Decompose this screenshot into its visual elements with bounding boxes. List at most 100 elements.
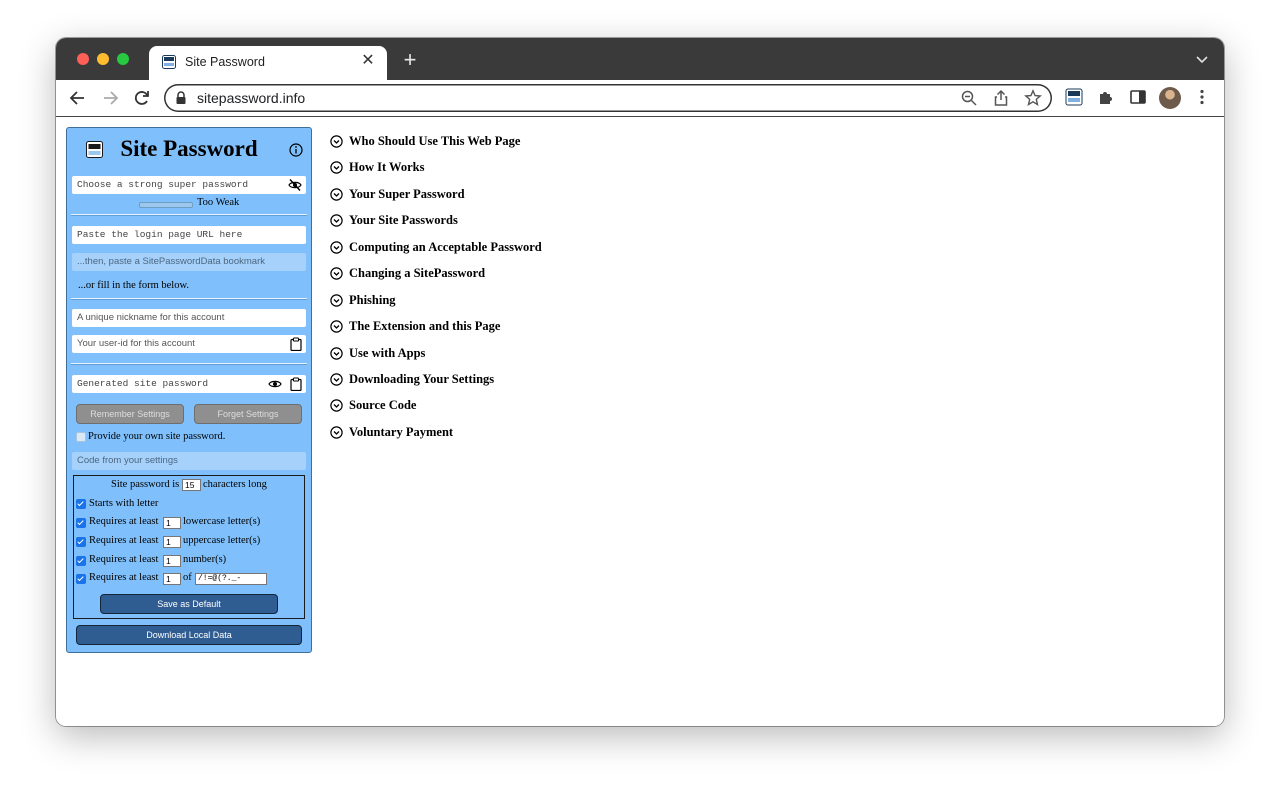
url-text[interactable]: sitepassword.info (197, 90, 305, 106)
faq-item[interactable]: Who Should Use This Web Page (330, 134, 520, 149)
extensions-puzzle-icon[interactable] (1097, 88, 1115, 106)
length-suffix: characters long (203, 479, 267, 490)
faq-item-label: Changing a SitePassword (349, 266, 486, 280)
login-url-input[interactable]: Paste the login page URL here (72, 226, 306, 244)
forget-settings-button[interactable]: Forget Settings (194, 404, 302, 424)
special-chars-input[interactable]: /!=@(?._- (195, 573, 267, 585)
lock-icon[interactable] (175, 91, 187, 105)
eye-slash-icon[interactable] (288, 178, 302, 192)
lowercase-count-input[interactable]: 1 (163, 517, 181, 529)
starts-with-letter-checkbox[interactable] (76, 499, 86, 509)
faq-item[interactable]: Your Site Passwords (330, 213, 458, 228)
chevron-down-circle-icon (330, 187, 343, 201)
nickname-input[interactable]: A unique nickname for this account (72, 309, 306, 327)
requires-label: Requires at least (89, 516, 159, 527)
maximize-window-button[interactable] (117, 53, 129, 65)
code-placeholder: Code from your settings (77, 455, 178, 466)
new-tab-icon[interactable]: + (400, 49, 420, 71)
chevron-down-circle-icon (330, 346, 343, 360)
starts-with-letter-label: Starts with letter (89, 498, 159, 509)
faq-item[interactable]: Use with Apps (330, 346, 425, 361)
super-password-input[interactable]: Choose a strong super password (72, 176, 306, 194)
password-settings-box: Site password is 15 characters long Star… (73, 475, 305, 619)
sitepassword-extension-icon[interactable] (1065, 88, 1083, 106)
code-input[interactable]: Code from your settings (72, 452, 306, 470)
faq-item-label: Downloading Your Settings (349, 372, 495, 386)
faq-item-label: How It Works (349, 160, 425, 174)
nickname-placeholder: A unique nickname for this account (77, 312, 225, 323)
numbers-checkbox[interactable] (76, 556, 86, 566)
faq-item[interactable]: Phishing (330, 293, 396, 308)
faq-item-label: Computing an Acceptable Password (349, 240, 542, 254)
share-icon[interactable] (992, 89, 1010, 107)
site-favicon-icon (162, 55, 176, 69)
faq-item[interactable]: Voluntary Payment (330, 425, 453, 440)
lowercase-checkbox[interactable] (76, 518, 86, 528)
chevron-down-circle-icon (330, 134, 343, 148)
userid-input[interactable]: Your user-id for this account (72, 335, 306, 353)
download-local-data-button[interactable]: Download Local Data (76, 625, 302, 645)
faq-item-label: Phishing (349, 293, 396, 307)
provide-own-checkbox[interactable] (76, 432, 86, 442)
uppercase-count-input[interactable]: 1 (163, 536, 181, 548)
reload-icon[interactable] (132, 88, 152, 108)
remember-settings-button[interactable]: Remember Settings (76, 404, 184, 424)
side-panel-icon[interactable] (1129, 88, 1147, 106)
faq-item-label: Voluntary Payment (349, 425, 454, 439)
length-input[interactable]: 15 (182, 479, 201, 491)
chevron-down-circle-icon (330, 425, 343, 439)
uppercase-checkbox[interactable] (76, 537, 86, 547)
strength-label: Too Weak (197, 197, 240, 208)
faq-item[interactable]: Computing an Acceptable Password (330, 240, 542, 255)
strength-meter (139, 202, 193, 208)
uppercase-label: uppercase letter(s) (183, 535, 261, 546)
faq-item[interactable]: How It Works (330, 160, 424, 175)
requires-label: Requires at least (89, 554, 159, 565)
userid-placeholder: Your user-id for this account (77, 338, 195, 349)
requires-label: Requires at least (89, 572, 159, 583)
address-bar[interactable]: sitepassword.info (164, 84, 1052, 112)
panel-title: Site Password (120, 136, 258, 161)
close-window-button[interactable] (77, 53, 89, 65)
special-count-input[interactable]: 1 (163, 573, 181, 585)
faq-item[interactable]: Changing a SitePassword (330, 266, 485, 281)
faq-item[interactable]: Your Super Password (330, 187, 465, 202)
special-checkbox[interactable] (76, 574, 86, 584)
info-icon[interactable] (289, 143, 303, 157)
browser-window: Site Password ✕ + sitepassword.info Site… (56, 38, 1224, 726)
clipboard-icon[interactable] (289, 337, 303, 351)
tab-strip: Site Password ✕ + (56, 38, 1224, 80)
tab-search-chevron-icon[interactable] (1194, 52, 1210, 66)
or-fill-text: ...or fill in the form below. (78, 280, 190, 291)
numbers-label: number(s) (183, 554, 227, 565)
bookmark-input[interactable]: ...then, paste a SitePasswordData bookma… (72, 253, 306, 271)
forward-icon[interactable] (100, 88, 120, 108)
tab-site-password[interactable]: Site Password ✕ (149, 46, 387, 80)
faq-item[interactable]: Downloading Your Settings (330, 372, 494, 387)
minimize-window-button[interactable] (97, 53, 109, 65)
chevron-down-circle-icon (330, 213, 343, 227)
save-as-default-button[interactable]: Save as Default (100, 594, 278, 614)
browser-toolbar: sitepassword.info (56, 80, 1224, 117)
clipboard-icon[interactable] (289, 377, 303, 391)
page-content: Site Password Choose a strong super pass… (56, 117, 1224, 726)
faq-item-label: Your Super Password (349, 187, 465, 201)
tab-title: Site Password (185, 55, 265, 69)
divider (71, 363, 307, 365)
eye-icon[interactable] (268, 377, 282, 391)
generated-password-field[interactable]: Generated site password (72, 375, 306, 393)
faq-item[interactable]: Source Code (330, 398, 416, 413)
more-menu-icon[interactable] (1193, 88, 1211, 106)
chevron-down-circle-icon (330, 160, 343, 174)
back-icon[interactable] (68, 88, 88, 108)
lowercase-label: lowercase letter(s) (183, 516, 261, 527)
zoom-icon[interactable] (960, 89, 978, 107)
bookmark-star-icon[interactable] (1024, 89, 1042, 107)
bookmark-placeholder: ...then, paste a SitePasswordData bookma… (77, 256, 265, 267)
faq-item[interactable]: The Extension and this Page (330, 319, 500, 334)
profile-avatar[interactable] (1159, 87, 1181, 109)
chevron-down-circle-icon (330, 398, 343, 412)
faq-item-label: The Extension and this Page (349, 319, 501, 333)
close-tab-icon[interactable]: ✕ (358, 51, 378, 71)
numbers-count-input[interactable]: 1 (163, 555, 181, 567)
